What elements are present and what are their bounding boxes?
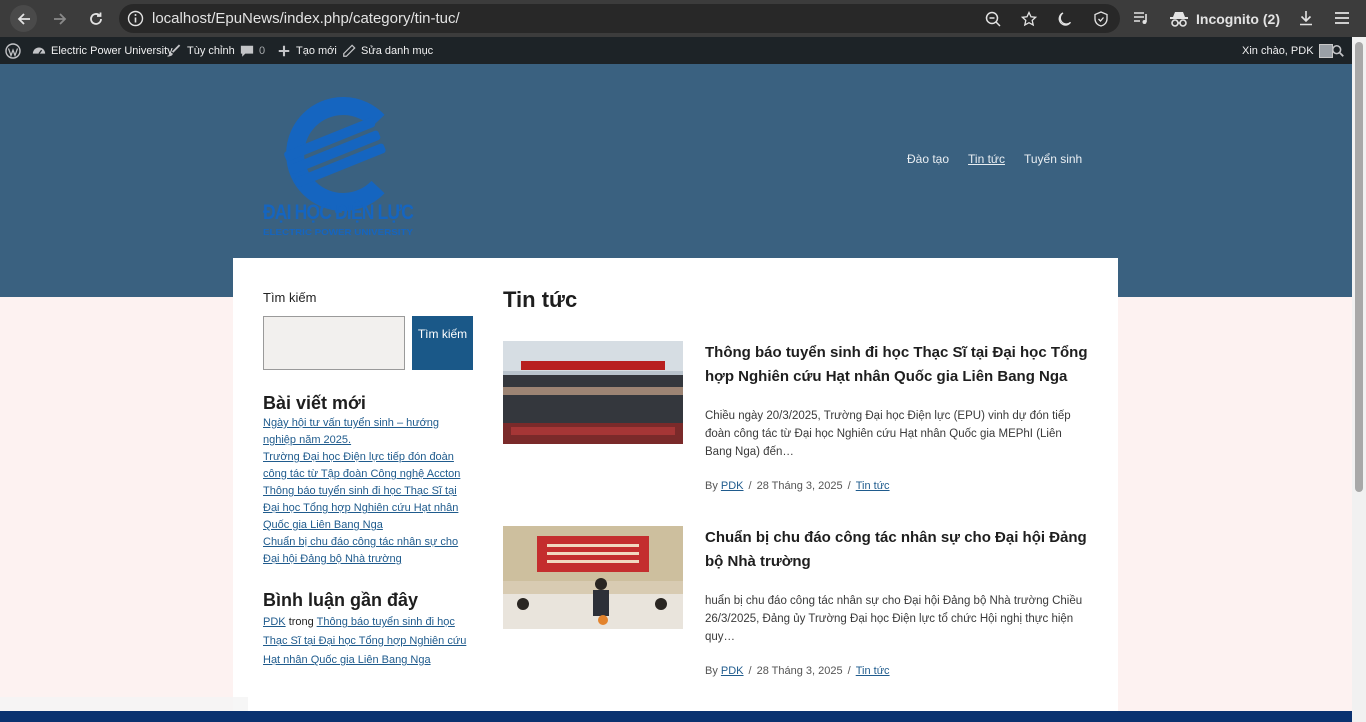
logo-subtitle: ELECTRIC POWER UNIVERSITY [263, 227, 413, 237]
zoom-icon[interactable] [985, 11, 1001, 27]
logo-title: ĐẠI HỌC ĐIỆN LỰC [263, 200, 414, 224]
reload-icon [89, 12, 102, 25]
wp-admin-bar: Electric Power University Tùy chỉnh 0 Tạ… [0, 37, 1352, 64]
comment-author-link[interactable]: PDK [263, 616, 286, 628]
post-author-link[interactable]: PDK [721, 665, 744, 677]
incognito-indicator[interactable]: Incognito (2) [1170, 9, 1280, 29]
post-item: Chuẩn bị chu đáo công tác nhân sự cho Đạ… [503, 526, 1093, 686]
post-image [503, 341, 683, 444]
site-info-icon[interactable] [127, 10, 144, 27]
recent-post-link[interactable]: Thông báo tuyển sinh đi học Thạc Sĩ tại … [263, 485, 458, 531]
post-excerpt: huẩn bị chu đáo công tác nhân sự cho Đại… [705, 595, 1083, 643]
new-content-label: Tạo mới [296, 44, 337, 57]
dashboard-icon [32, 47, 46, 54]
menu-icon[interactable] [1333, 9, 1351, 27]
comment-connector: trong [288, 616, 314, 628]
main-navigation: Đào tạo Tin tức Tuyển sinh [907, 152, 1082, 166]
search-input[interactable] [263, 316, 405, 370]
meta-separator: / [847, 665, 851, 677]
recent-post-link[interactable]: Chuẩn bị chu đáo công tác nhân sự cho Đạ… [263, 536, 458, 565]
comments-link[interactable]: 0 [240, 37, 265, 64]
page-scrollbar[interactable] [1352, 37, 1366, 722]
reload-button[interactable] [82, 5, 109, 32]
list-item: Ngày hội tư vấn tuyển sinh – hướng nghiệ… [263, 415, 473, 449]
post-meta: By PDK / 28 Tháng 3, 2025 / Tin tức [705, 480, 890, 492]
post-date: 28 Tháng 3, 2025 [756, 480, 843, 492]
reading-list-icon[interactable] [1132, 9, 1150, 27]
post-author-link[interactable]: PDK [721, 480, 744, 492]
url-text[interactable]: localhost/EpuNews/index.php/category/tin… [152, 10, 460, 27]
recent-comment: PDK trong Thông báo tuyển sinh đi học Th… [263, 613, 473, 670]
dark-mode-icon[interactable] [1057, 11, 1073, 27]
page-title: Tin tức [503, 287, 578, 312]
my-account-menu[interactable]: Xin chào, PDK [1242, 37, 1333, 64]
address-bar[interactable]: localhost/EpuNews/index.php/category/tin… [119, 4, 1120, 33]
post-meta: By PDK / 28 Tháng 3, 2025 / Tin tức [705, 665, 890, 677]
new-content-menu[interactable]: Tạo mới [277, 37, 337, 64]
plus-icon [278, 45, 290, 56]
wp-logo-menu[interactable] [5, 37, 21, 64]
incognito-icon [1170, 12, 1188, 27]
meta-by: By [705, 665, 718, 677]
admin-search[interactable] [1331, 37, 1345, 64]
shield-icon[interactable] [1093, 11, 1109, 27]
post-thumbnail[interactable] [503, 341, 683, 444]
post-excerpt: Chiều ngày 20/3/2025, Trường Đại học Điệ… [705, 410, 1071, 458]
post-date: 28 Tháng 3, 2025 [756, 665, 843, 677]
recent-posts-title: Bài viết mới [263, 393, 366, 413]
post-category-link[interactable]: Tin tức [856, 480, 890, 492]
nav-item-dao-tao[interactable]: Đào tạo [907, 152, 949, 166]
site-name-menu[interactable]: Electric Power University [32, 37, 173, 64]
customize-label: Tùy chỉnh [187, 44, 235, 57]
meta-separator: / [847, 480, 851, 492]
brush-icon [168, 43, 181, 56]
post-image [503, 526, 683, 629]
post-title[interactable]: Chuẩn bị chu đáo công tác nhân sự cho Đạ… [705, 526, 1091, 574]
list-item: Thông báo tuyển sinh đi học Thạc Sĩ tại … [263, 483, 473, 534]
forward-button[interactable] [46, 5, 73, 32]
search-icon [1331, 44, 1344, 57]
wordpress-icon [5, 42, 21, 59]
comment-icon [240, 45, 254, 57]
recent-post-link[interactable]: Ngày hội tư vấn tuyển sinh – hướng nghiệ… [263, 417, 439, 446]
site-name: Electric Power University [51, 44, 173, 57]
list-item: Trường Đại học Điện lực tiếp đón đoàn cô… [263, 449, 473, 483]
scrollbar-thumb[interactable] [1355, 42, 1363, 492]
post-thumbnail[interactable] [503, 526, 683, 629]
back-button[interactable] [10, 5, 37, 32]
site-footer [0, 711, 1352, 722]
post-category-link[interactable]: Tin tức [856, 665, 890, 677]
search-label: Tìm kiếm [263, 290, 317, 305]
list-item: Chuẩn bị chu đáo công tác nhân sự cho Đạ… [263, 534, 473, 568]
greeting: Xin chào, PDK [1242, 44, 1314, 57]
browser-toolbar: localhost/EpuNews/index.php/category/tin… [0, 0, 1366, 37]
pencil-icon [343, 43, 356, 57]
edit-category-label: Sửa danh mục [361, 44, 434, 57]
incognito-label: Incognito (2) [1196, 11, 1280, 27]
nav-item-tuyen-sinh[interactable]: Tuyển sinh [1024, 152, 1082, 166]
status-bubble [0, 697, 248, 711]
edit-category-link[interactable]: Sửa danh mục [342, 37, 433, 64]
post-item: Thông báo tuyển sinh đi học Thạc Sĩ tại … [503, 341, 1093, 501]
site-logo[interactable]: ĐẠI HỌC ĐIỆN LỰC ELECTRIC POWER UNIVERSI… [262, 84, 422, 244]
recent-post-link[interactable]: Trường Đại học Điện lực tiếp đón đoàn cô… [263, 451, 460, 480]
bookmark-star-icon[interactable] [1021, 11, 1037, 27]
nav-item-tin-tuc[interactable]: Tin tức [968, 152, 1005, 166]
search-button[interactable]: Tìm kiếm [412, 316, 473, 370]
meta-by: By [705, 480, 718, 492]
customize-link[interactable]: Tùy chỉnh [168, 37, 235, 64]
meta-separator: / [748, 665, 752, 677]
post-title[interactable]: Thông báo tuyển sinh đi học Thạc Sĩ tại … [705, 341, 1091, 389]
comments-count: 0 [259, 44, 266, 57]
arrow-left-icon [17, 12, 30, 25]
recent-posts-list: Ngày hội tư vấn tuyển sinh – hướng nghiệ… [263, 415, 473, 568]
download-icon[interactable] [1297, 9, 1315, 27]
arrow-right-icon [53, 12, 66, 25]
recent-comments-title: Bình luận gần đây [263, 590, 419, 610]
meta-separator: / [748, 480, 752, 492]
